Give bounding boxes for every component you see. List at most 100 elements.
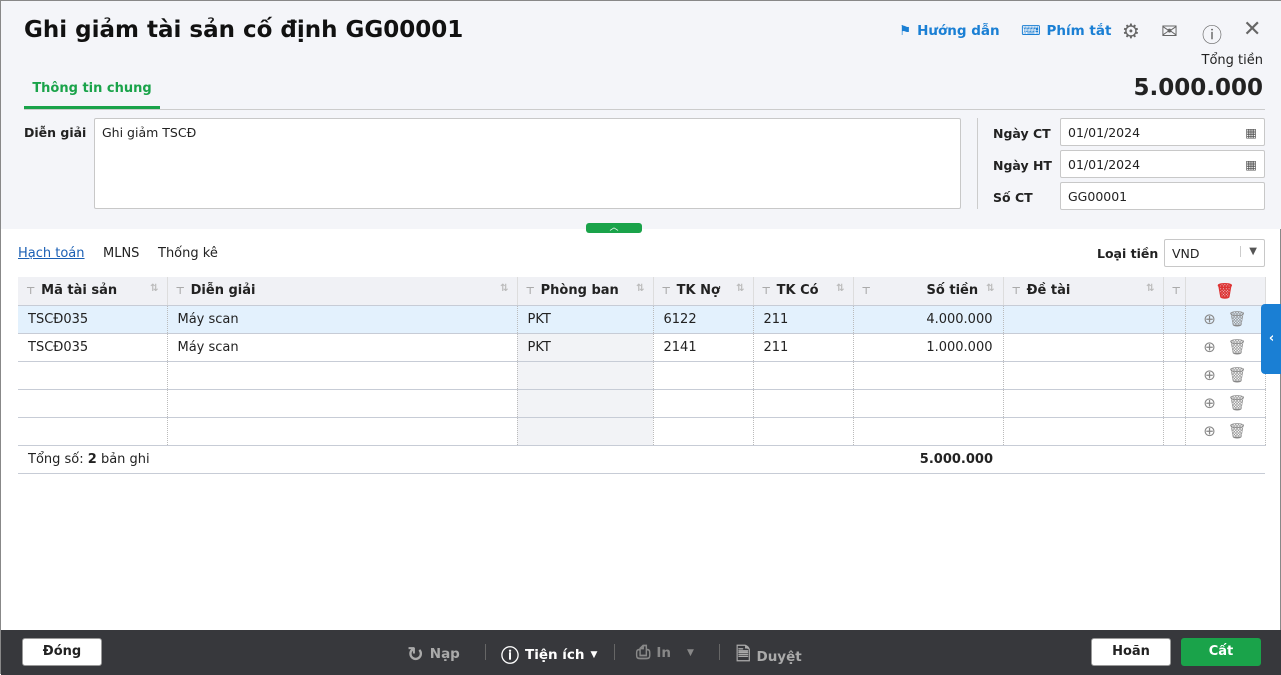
close-icon[interactable]: ✕ [1243,17,1261,42]
approve-button[interactable]: 🗎 Duyệt [736,642,802,672]
cell-c6[interactable] [1003,305,1164,334]
row-actions: ⊕ 🗑 [1185,361,1266,390]
cell-c2[interactable] [517,417,654,446]
cell-c3[interactable] [653,417,754,446]
shortcuts-link[interactable]: ⌨ Phím tắt [1021,23,1111,39]
table-row[interactable]: ⊕ 🗑 [18,389,1266,418]
table-row[interactable]: TSCĐ035 Máy scan PKT 2141 211 1.000.000 ⊕ 🗑 [18,333,1266,362]
cell-c4[interactable]: 211 [753,305,854,334]
add-row-icon[interactable]: ⊕ [1203,338,1216,356]
divider [977,118,978,209]
trash-icon[interactable]: 🗑 [1228,338,1247,356]
cell-c3[interactable]: 2141 [653,333,754,362]
cell-c3[interactable] [653,361,754,390]
cell-c5[interactable] [853,389,1004,418]
add-row-icon[interactable]: ⊕ [1203,366,1216,384]
add-row-icon[interactable]: ⊕ [1203,422,1216,440]
trash-icon[interactable]: 🗑 [1228,422,1247,440]
cell-c1[interactable] [167,361,518,390]
ngay-ct-input[interactable]: 01/01/2024 ▦ [1060,118,1265,146]
cell-c4[interactable]: 211 [753,333,854,362]
sort-icon: ⇅ [836,283,845,295]
col-ma-tai-san[interactable]: ⊤ Mã tài sản ⇅ [18,277,168,306]
cell-c5[interactable] [853,417,1004,446]
add-row-icon[interactable]: ⊕ [1203,310,1216,328]
dropdown-arrow-icon: ▼ [590,650,598,660]
cell-c4[interactable] [753,361,854,390]
cell-c1[interactable] [167,417,518,446]
cell-c2[interactable]: PKT [517,333,654,362]
add-row-icon[interactable]: ⊕ [1203,394,1216,412]
cell-c5[interactable]: 1.000.000 [853,333,1004,362]
cell-pin [1163,305,1186,334]
document-icon: 🗎 [736,644,751,665]
table-row[interactable]: ⊕ 🗑 [18,417,1266,446]
trash-icon[interactable]: 🗑 [1228,394,1247,412]
cell-c6[interactable] [1003,361,1164,390]
cell-c6[interactable] [1003,417,1164,446]
reload-button[interactable]: ↻ Nạp [407,642,460,666]
cell-c5[interactable] [853,361,1004,390]
cancel-button[interactable]: Hoãn [1091,638,1171,666]
utilities-button[interactable]: ⓘ Tiện ích ▼ [501,642,597,668]
cell-pin [1163,417,1186,446]
cell-c4[interactable] [753,417,854,446]
subtab-hach-toan[interactable]: Hạch toán [18,246,85,261]
side-panel-toggle[interactable]: ‹ [1261,304,1281,374]
cell-c5[interactable]: 4.000.000 [853,305,1004,334]
cell-c3[interactable] [653,389,754,418]
col-phong-ban[interactable]: ⊤ Phòng ban ⇅ [517,277,654,306]
subtab-thong-ke[interactable]: Thống kê [158,246,218,261]
currency-select[interactable]: VND ▼ [1164,239,1265,267]
calendar-icon[interactable]: ▦ [1245,157,1257,172]
so-ct-label: Số CT [993,190,1033,205]
print-button[interactable]: ⎙ In ▼ [636,642,694,663]
cell-c2[interactable] [517,361,654,390]
so-ct-input[interactable]: GG00001 [1060,182,1265,210]
desc-input[interactable]: Ghi giảm TSCĐ [94,118,961,209]
help-icon[interactable]: ⓘ [1202,19,1222,48]
trash-icon[interactable]: 🗑 [1228,310,1247,328]
col-de-tai[interactable]: ⊤ Đề tài ⇅ [1003,277,1164,306]
table-row[interactable]: ⊕ 🗑 [18,361,1266,390]
keyboard-icon: ⌨ [1021,23,1041,39]
cell-c0[interactable] [18,361,168,390]
close-button[interactable]: Đóng [22,638,102,666]
tab-general-info[interactable]: Thông tin chung [24,73,160,109]
table-row[interactable]: TSCĐ035 Máy scan PKT 6122 211 4.000.000 ⊕ 🗑 [18,305,1266,334]
collapse-button[interactable]: ︿ [586,223,642,233]
cell-c6[interactable] [1003,333,1164,362]
col-pin[interactable]: ⊤ [1163,277,1186,306]
delete-all-icon[interactable]: 🗑 [1185,277,1266,306]
cell-c0[interactable] [18,417,168,446]
cell-c6[interactable] [1003,389,1164,418]
row-actions: ⊕ 🗑 [1185,389,1266,418]
save-button[interactable]: Cất [1181,638,1261,666]
mail-forward-icon[interactable]: ✉ [1161,19,1178,43]
sort-icon: ⇅ [736,283,745,295]
trash-icon[interactable]: 🗑 [1228,366,1247,384]
cell-c1[interactable]: Máy scan [167,305,518,334]
cell-c4[interactable] [753,389,854,418]
pin-icon: ⊤ [1171,286,1181,298]
col-tk-no[interactable]: ⊤ TK Nợ ⇅ [653,277,754,306]
cell-c3[interactable]: 6122 [653,305,754,334]
col-tk-co[interactable]: ⊤ TK Có ⇅ [753,277,854,306]
cell-c2[interactable]: PKT [517,305,654,334]
cell-c0[interactable]: TSCĐ035 [18,305,168,334]
col-so-tien[interactable]: ⊤ ⇅ Số tiền [853,277,1004,306]
pin-icon: ⊤ [761,286,771,298]
sort-icon: ⇅ [150,283,159,295]
cell-c1[interactable] [167,389,518,418]
calendar-icon[interactable]: ▦ [1245,125,1257,140]
col-dien-giai[interactable]: ⊤ Diễn giải ⇅ [167,277,518,306]
cell-c0[interactable] [18,389,168,418]
gear-icon[interactable]: ⚙ [1122,19,1140,43]
cell-c0[interactable]: TSCĐ035 [18,333,168,362]
cell-c1[interactable]: Máy scan [167,333,518,362]
pin-icon: ⊤ [175,286,185,298]
ngay-ht-input[interactable]: 01/01/2024 ▦ [1060,150,1265,178]
cell-c2[interactable] [517,389,654,418]
subtab-mlns[interactable]: MLNS [103,246,139,261]
guide-link[interactable]: ⚑ Hướng dẫn [899,23,1000,39]
